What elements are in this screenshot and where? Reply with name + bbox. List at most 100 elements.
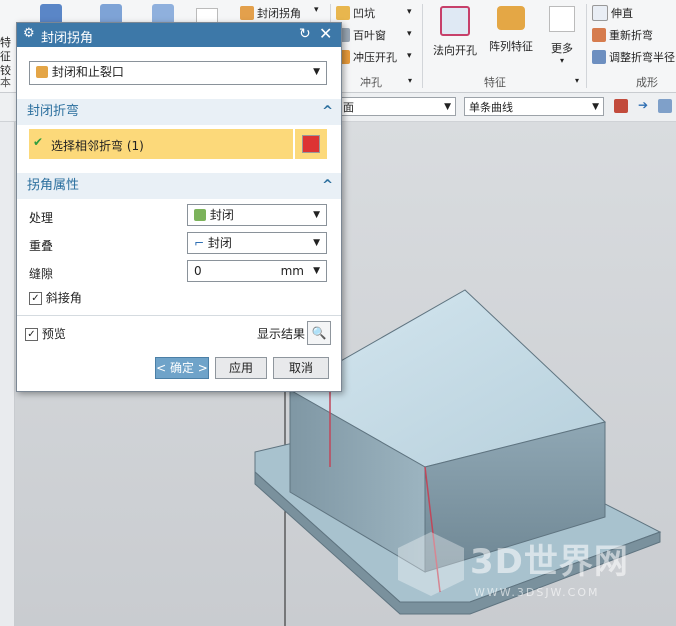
reset-icon[interactable]: ↻ xyxy=(299,26,311,42)
section-corner-properties[interactable]: 拐角属性 ^ xyxy=(17,173,341,199)
more-chevron-icon: ▾ xyxy=(559,56,564,65)
curve-rule-combo[interactable]: 单条曲线 ▼ xyxy=(464,97,604,116)
chevron-down-icon: ▼ xyxy=(592,102,599,112)
gap-input[interactable]: 0 mm ▼ xyxy=(187,260,327,282)
ribbon-group-label-left: 本 xyxy=(0,76,11,89)
more-icon xyxy=(549,6,575,32)
chevron-down-icon: ▼ xyxy=(444,102,451,112)
closed-corner-dialog: ⚙ 封闭拐角 ↻ ✕ 封闭和止裂口 ▼ 封闭折弯 ^ ✔ 选择相邻折弯 (1) … xyxy=(16,22,342,392)
snap-icon[interactable] xyxy=(614,99,628,113)
normal-cutout-icon xyxy=(440,6,470,36)
unbend-icon xyxy=(592,5,608,21)
more-label: 更多 xyxy=(551,42,573,55)
checkbox-checked-icon: ✓ xyxy=(25,328,38,341)
treatment-dropdown[interactable]: 封闭 ▼ xyxy=(187,204,327,226)
overlap-label: 重叠 xyxy=(29,239,54,253)
ribbon-item-adjust-bend-radius[interactable]: 调整折弯半径 xyxy=(592,49,676,65)
stamp-dropdown-3[interactable]: ▾ xyxy=(407,51,412,61)
ok-button[interactable]: < 确定 > xyxy=(155,357,209,379)
select-icon[interactable] xyxy=(658,99,672,113)
stamp-group-expand[interactable]: ▾ xyxy=(408,76,412,85)
form-group-label: 成形 xyxy=(636,76,658,89)
feature-group-expand[interactable]: ▾ xyxy=(575,76,579,85)
chevron-down-icon: ▼ xyxy=(313,210,320,220)
overlap-dropdown[interactable]: ⌐ 封闭 ▼ xyxy=(187,232,327,254)
select-adjacent-bend-label: 选择相邻折弯 (1) xyxy=(51,139,144,153)
divider xyxy=(17,315,341,316)
apply-button[interactable]: 应用 xyxy=(215,357,267,379)
section-closed-bend[interactable]: 封闭折弯 ^ xyxy=(17,99,341,125)
chevron-down-icon: ▼ xyxy=(313,238,320,248)
ribbon-item-drawn-cutout[interactable]: 冲压开孔 xyxy=(336,49,397,65)
ribbon-item-dimple[interactable]: 凹坑 xyxy=(336,5,375,21)
resource-bar[interactable] xyxy=(0,122,15,626)
pattern-feature-button[interactable]: 阵列特征 xyxy=(484,6,538,54)
miter-corner-checkbox[interactable]: ✓ 斜接角 xyxy=(29,289,82,306)
pattern-feature-label: 阵列特征 xyxy=(489,40,533,53)
collapse-icon[interactable]: ^ xyxy=(322,99,333,125)
close-icon[interactable]: ✕ xyxy=(319,24,332,43)
gap-unit: mm xyxy=(280,264,304,278)
watermark-brand: 3D世界网 xyxy=(470,542,629,582)
preview-label: 预览 xyxy=(41,327,66,341)
ribbon-item-unbend[interactable]: 伸直 xyxy=(592,5,633,21)
dialog-title: 封闭拐角 xyxy=(41,31,94,46)
type-dropdown[interactable]: 封闭和止裂口 ▼ xyxy=(29,61,327,85)
unbend-label: 伸直 xyxy=(611,7,633,20)
adjust-bend-radius-icon xyxy=(592,50,606,64)
normal-cutout-label: 法向开孔 xyxy=(433,44,477,57)
select-object-button[interactable] xyxy=(295,129,327,159)
gear-icon[interactable]: ⚙ xyxy=(23,26,35,41)
watermark-url: WWW.3DSJW.COM xyxy=(474,586,600,599)
close-corner-treatment-icon xyxy=(194,209,206,221)
more-dropdown-arrow[interactable]: ▾ xyxy=(314,5,319,15)
pattern-feature-icon xyxy=(497,6,525,30)
collapse-icon[interactable]: ^ xyxy=(322,173,333,199)
overlap-icon: ⌐ xyxy=(194,236,205,250)
curve-rule-value: 单条曲线 xyxy=(469,101,513,114)
stamp-group-label: 冲孔 xyxy=(360,76,382,89)
preview-checkbox[interactable]: ✓ 预览 xyxy=(25,325,66,342)
closed-corner-ribbon-label: 封闭拐角 xyxy=(257,7,301,20)
overlap-value: 封闭 xyxy=(207,236,232,250)
show-result-button[interactable]: 🔍 xyxy=(307,321,331,345)
rebend-icon xyxy=(592,28,606,42)
checkbox-checked-icon: ✓ xyxy=(29,292,42,305)
show-result-label: 显示结果 xyxy=(257,327,306,341)
chevron-down-icon: ▼ xyxy=(313,266,320,276)
treatment-value: 封闭 xyxy=(209,208,234,222)
ribbon-left-partial[interactable]: 特征 铰 xyxy=(0,6,14,78)
cancel-button[interactable]: 取消 xyxy=(273,357,329,379)
section-closed-bend-title: 封闭折弯 xyxy=(27,104,80,119)
face-filter-combo[interactable]: 面 ▼ xyxy=(338,97,456,116)
magnifier-icon: 🔍 xyxy=(311,326,327,340)
select-adjacent-bend[interactable]: ✔ 选择相邻折弯 (1) xyxy=(29,129,293,159)
more-button[interactable]: 更多 ▾ xyxy=(542,6,582,65)
ribbon-separator xyxy=(422,4,423,88)
closed-relief-icon xyxy=(36,66,48,78)
ribbon-item-rebend[interactable]: 重新折弯 xyxy=(592,27,653,43)
dimple-icon xyxy=(336,6,350,20)
closed-corner-ribbon-button[interactable]: 封闭拐角 xyxy=(240,5,301,21)
gap-value: 0 xyxy=(194,264,202,278)
adjust-bend-radius-label: 调整折弯半径 xyxy=(609,51,675,64)
chevron-down-icon: ▼ xyxy=(313,67,320,77)
ribbon-left-line1: 特征 xyxy=(0,36,11,63)
stamp-dropdown-1[interactable]: ▾ xyxy=(407,7,412,17)
normal-cutout-button[interactable]: 法向开孔 xyxy=(430,6,480,58)
miter-corner-label: 斜接角 xyxy=(45,291,82,305)
gap-label: 缝隙 xyxy=(29,267,54,281)
rebend-label: 重新折弯 xyxy=(609,29,653,42)
ribbon-item-louver[interactable]: 百叶窗 xyxy=(336,27,386,43)
stamp-dropdown-2[interactable]: ▾ xyxy=(407,29,412,39)
ribbon-separator xyxy=(586,4,587,88)
face-filter-value: 面 xyxy=(343,101,354,114)
closed-corner-icon xyxy=(240,6,254,20)
feature-group-label: 特征 xyxy=(484,76,506,89)
dimple-label: 凹坑 xyxy=(353,7,375,20)
dialog-title-bar[interactable]: ⚙ 封闭拐角 ↻ ✕ xyxy=(17,23,341,47)
select-cube-icon xyxy=(302,135,320,153)
arrow-right-icon[interactable]: ➔ xyxy=(638,98,648,112)
treatment-label: 处理 xyxy=(29,211,54,225)
section-corner-properties-title: 拐角属性 xyxy=(27,178,80,193)
